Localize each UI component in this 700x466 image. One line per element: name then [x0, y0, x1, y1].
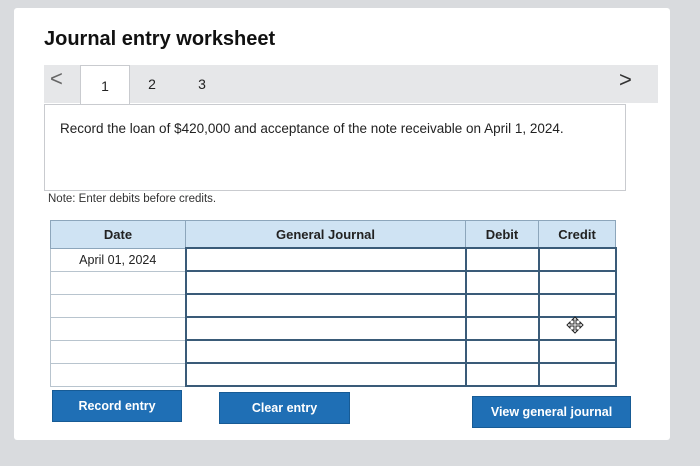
debit-input[interactable] — [464, 247, 540, 272]
credit-input[interactable] — [537, 339, 617, 364]
debit-input[interactable] — [464, 339, 540, 364]
header-debit: Debit — [465, 220, 539, 249]
credit-input[interactable] — [537, 362, 617, 387]
header-general-journal: General Journal — [185, 220, 466, 249]
account-input[interactable] — [184, 270, 467, 295]
account-input[interactable] — [184, 362, 467, 387]
account-input[interactable] — [184, 339, 467, 364]
date-cell — [50, 316, 186, 341]
date-cell — [50, 270, 186, 295]
credit-input[interactable] — [537, 270, 617, 295]
instruction-box — [44, 104, 626, 191]
tab-3[interactable]: 3 — [190, 65, 214, 103]
debit-input[interactable] — [464, 293, 540, 318]
table-row — [50, 316, 617, 341]
tab-2[interactable]: 2 — [140, 65, 164, 103]
tab-1[interactable]: 1 — [80, 65, 130, 106]
credit-input[interactable] — [537, 293, 617, 318]
journal-table: Date General Journal Debit Credit April … — [50, 220, 617, 387]
move-cursor-icon — [566, 316, 584, 334]
debit-input[interactable] — [464, 270, 540, 295]
table-row: April 01, 2024 — [50, 247, 617, 272]
table-row — [50, 339, 617, 364]
page-title: Journal entry worksheet — [44, 28, 276, 50]
debit-input[interactable] — [464, 316, 540, 341]
instruction-text: Record the loan of $420,000 and acceptan… — [60, 121, 564, 136]
note-text: Note: Enter debits before credits. — [48, 193, 217, 205]
account-input[interactable] — [184, 293, 467, 318]
date-cell: April 01, 2024 — [50, 247, 186, 272]
table-header-row: Date General Journal Debit Credit — [50, 220, 616, 249]
credit-input[interactable] — [537, 247, 617, 272]
tab-bar — [44, 65, 658, 103]
record-entry-button[interactable]: Record entry — [52, 390, 182, 422]
header-date: Date — [50, 220, 186, 249]
date-cell — [50, 293, 186, 318]
date-cell — [50, 362, 186, 387]
clear-entry-button[interactable]: Clear entry — [219, 392, 350, 424]
view-general-journal-button[interactable]: View general journal — [472, 396, 631, 428]
account-input[interactable] — [184, 247, 467, 272]
table-row — [50, 270, 617, 295]
next-arrow-icon[interactable]: > — [619, 67, 632, 93]
table-row — [50, 362, 617, 387]
table-row — [50, 293, 617, 318]
header-credit: Credit — [538, 220, 616, 249]
date-cell — [50, 339, 186, 364]
prev-arrow-icon[interactable]: < — [50, 66, 63, 92]
account-input[interactable] — [184, 316, 467, 341]
debit-input[interactable] — [464, 362, 540, 387]
